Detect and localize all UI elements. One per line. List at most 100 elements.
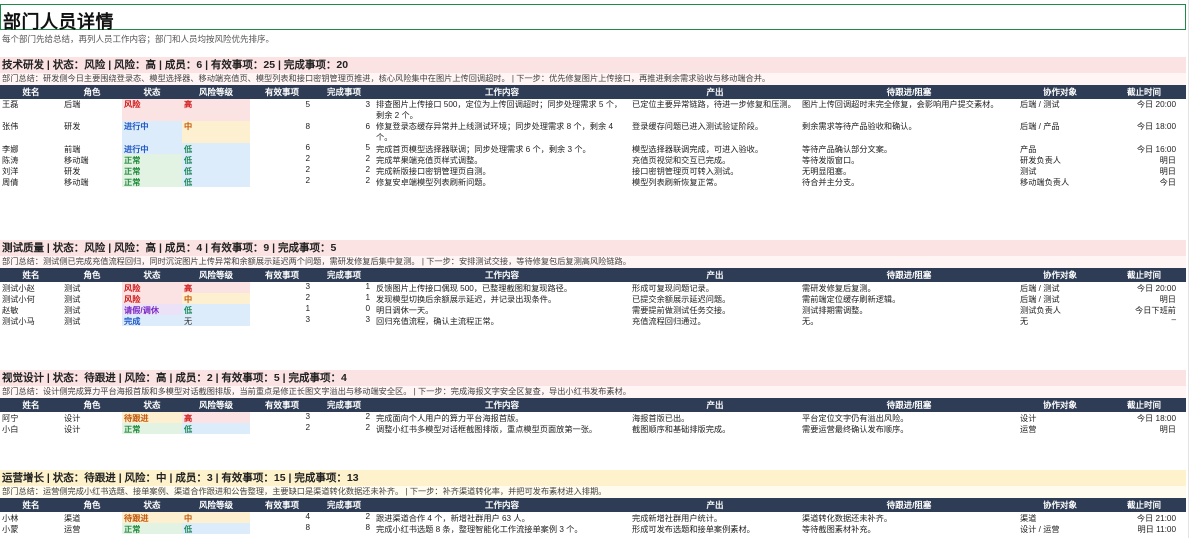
- department-summary[interactable]: 部门总结：研发侧今日主要围绕登录态、模型选择器、移动端充值页、模型列表和接口密钥…: [0, 73, 1186, 85]
- status-cell[interactable]: 进行中: [122, 121, 182, 143]
- status-cell[interactable]: 正常: [122, 176, 182, 187]
- risk-cell[interactable]: 低: [182, 154, 250, 165]
- status-cell[interactable]: 完成: [122, 315, 182, 326]
- column-header-name-col[interactable]: 姓名: [0, 398, 62, 412]
- name-cell[interactable]: 周倩: [0, 176, 62, 187]
- status-cell[interactable]: 正常: [122, 523, 182, 534]
- output-cell[interactable]: 充值流程回归通过。: [630, 315, 800, 326]
- column-header-blocker-col[interactable]: 待跟进/阻塞: [800, 498, 1018, 512]
- column-header-collab-col[interactable]: 协作对象: [1018, 268, 1102, 282]
- column-header-work-col[interactable]: 工作内容: [374, 268, 630, 282]
- blocker-cell[interactable]: 测试排期需调整。: [800, 304, 1018, 315]
- column-header-status-col[interactable]: 状态: [122, 398, 182, 412]
- column-header-role-col[interactable]: 角色: [62, 398, 122, 412]
- collab-cell[interactable]: 测试: [1018, 165, 1102, 176]
- output-cell[interactable]: 已提交余额展示延迟问题。: [630, 293, 800, 304]
- output-cell[interactable]: 模型列表刷新恢复正常。: [630, 176, 800, 187]
- done-cell[interactable]: 2: [314, 512, 374, 523]
- effective-cell[interactable]: 2: [250, 165, 314, 176]
- risk-cell[interactable]: 中: [182, 121, 250, 143]
- due-cell[interactable]: 今日 18:00: [1102, 412, 1186, 423]
- column-header-work-col[interactable]: 工作内容: [374, 85, 630, 99]
- collab-cell[interactable]: 运营: [1018, 423, 1102, 434]
- due-cell[interactable]: 明日: [1102, 165, 1186, 176]
- work-cell[interactable]: 回归充值流程，确认主流程正常。: [374, 315, 630, 326]
- column-header-status-col[interactable]: 状态: [122, 268, 182, 282]
- effective-cell[interactable]: 2: [250, 293, 314, 304]
- work-cell[interactable]: 调整小红书多模型对话框截图排版，重点模型页面放第一张。: [374, 423, 630, 434]
- name-cell[interactable]: 刘洋: [0, 165, 62, 176]
- output-cell[interactable]: 模型选择器联调完成，可进入验收。: [630, 143, 800, 154]
- blocker-cell[interactable]: 无。: [800, 315, 1018, 326]
- work-cell[interactable]: 完成新版接口密钥管理页自测。: [374, 165, 630, 176]
- column-header-blocker-col[interactable]: 待跟进/阻塞: [800, 268, 1018, 282]
- output-cell[interactable]: 需要提前做测试任务交接。: [630, 304, 800, 315]
- role-cell[interactable]: 设计: [62, 412, 122, 423]
- blocker-cell[interactable]: 平台定位文字仍有溢出风险。: [800, 412, 1018, 423]
- column-header-due-col[interactable]: 截止时间: [1102, 498, 1186, 512]
- work-cell[interactable]: 反馈图片上传接口偶现 500，已整理截图和复现路径。: [374, 282, 630, 293]
- column-header-due-col[interactable]: 截止时间: [1102, 398, 1186, 412]
- done-cell[interactable]: 2: [314, 423, 374, 434]
- status-cell[interactable]: 正常: [122, 423, 182, 434]
- due-cell[interactable]: –: [1102, 315, 1186, 326]
- blocker-cell[interactable]: 等待截图素材补充。: [800, 523, 1018, 534]
- column-header-effective-col[interactable]: 有效事项: [250, 498, 314, 512]
- collab-cell[interactable]: 移动端负责人: [1018, 176, 1102, 187]
- role-cell[interactable]: 移动端: [62, 154, 122, 165]
- column-header-output-col[interactable]: 产出: [630, 85, 800, 99]
- work-cell[interactable]: 修复登录态缓存异常并上线测试环境；同步处理需求 8 个，剩余 4 个。: [374, 121, 630, 143]
- department-summary[interactable]: 部门总结：运营侧完成小红书选题、接单案例、渠道合作跟进和公告整理，主要缺口是渠道…: [0, 486, 1186, 498]
- name-cell[interactable]: 小蒙: [0, 523, 62, 534]
- due-cell[interactable]: 今日 21:00: [1102, 512, 1186, 523]
- role-cell[interactable]: 测试: [62, 315, 122, 326]
- column-header-risk-col[interactable]: 风险等级: [182, 498, 250, 512]
- due-cell[interactable]: 今日 20:00: [1102, 99, 1186, 121]
- name-cell[interactable]: 小林: [0, 512, 62, 523]
- due-cell[interactable]: 明日: [1102, 293, 1186, 304]
- due-cell[interactable]: 明日 11:00: [1102, 523, 1186, 534]
- blocker-cell[interactable]: 渠道转化数据还未补齐。: [800, 512, 1018, 523]
- risk-cell[interactable]: 高: [182, 412, 250, 423]
- done-cell[interactable]: 3: [314, 99, 374, 121]
- due-cell[interactable]: 今日下班前: [1102, 304, 1186, 315]
- done-cell[interactable]: 8: [314, 523, 374, 534]
- column-header-risk-col[interactable]: 风险等级: [182, 85, 250, 99]
- column-header-done-col[interactable]: 完成事项: [314, 498, 374, 512]
- column-header-status-col[interactable]: 状态: [122, 85, 182, 99]
- role-cell[interactable]: 后端: [62, 99, 122, 121]
- blocker-cell[interactable]: 需要运营最终确认发布顺序。: [800, 423, 1018, 434]
- column-header-done-col[interactable]: 完成事项: [314, 398, 374, 412]
- role-cell[interactable]: 研发: [62, 165, 122, 176]
- department-header[interactable]: 测试质量 | 状态：风险 | 风险：高 | 成员：4 | 有效事项：9 | 完成…: [0, 240, 1186, 256]
- collab-cell[interactable]: 产品: [1018, 143, 1102, 154]
- done-cell[interactable]: 5: [314, 143, 374, 154]
- department-header[interactable]: 视觉设计 | 状态：待跟进 | 风险：高 | 成员：2 | 有效事项：5 | 完…: [0, 370, 1186, 386]
- column-header-role-col[interactable]: 角色: [62, 498, 122, 512]
- effective-cell[interactable]: 1: [250, 304, 314, 315]
- role-cell[interactable]: 测试: [62, 293, 122, 304]
- column-header-role-col[interactable]: 角色: [62, 85, 122, 99]
- role-cell[interactable]: 移动端: [62, 176, 122, 187]
- due-cell[interactable]: 今日: [1102, 176, 1186, 187]
- column-header-output-col[interactable]: 产出: [630, 268, 800, 282]
- collab-cell[interactable]: 无: [1018, 315, 1102, 326]
- column-header-due-col[interactable]: 截止时间: [1102, 85, 1186, 99]
- status-cell[interactable]: 风险: [122, 282, 182, 293]
- blocker-cell[interactable]: 需研发修复后复测。: [800, 282, 1018, 293]
- risk-cell[interactable]: 无: [182, 315, 250, 326]
- done-cell[interactable]: 3: [314, 315, 374, 326]
- name-cell[interactable]: 测试小赵: [0, 282, 62, 293]
- status-cell[interactable]: 正常: [122, 154, 182, 165]
- output-cell[interactable]: 海报首版已出。: [630, 412, 800, 423]
- risk-cell[interactable]: 高: [182, 282, 250, 293]
- collab-cell[interactable]: 测试负责人: [1018, 304, 1102, 315]
- collab-cell[interactable]: 后端 / 测试: [1018, 282, 1102, 293]
- status-cell[interactable]: 进行中: [122, 143, 182, 154]
- collab-cell[interactable]: 后端 / 测试: [1018, 293, 1102, 304]
- effective-cell[interactable]: 2: [250, 423, 314, 434]
- risk-cell[interactable]: 高: [182, 99, 250, 121]
- effective-cell[interactable]: 5: [250, 99, 314, 121]
- column-header-role-col[interactable]: 角色: [62, 268, 122, 282]
- name-cell[interactable]: 王磊: [0, 99, 62, 121]
